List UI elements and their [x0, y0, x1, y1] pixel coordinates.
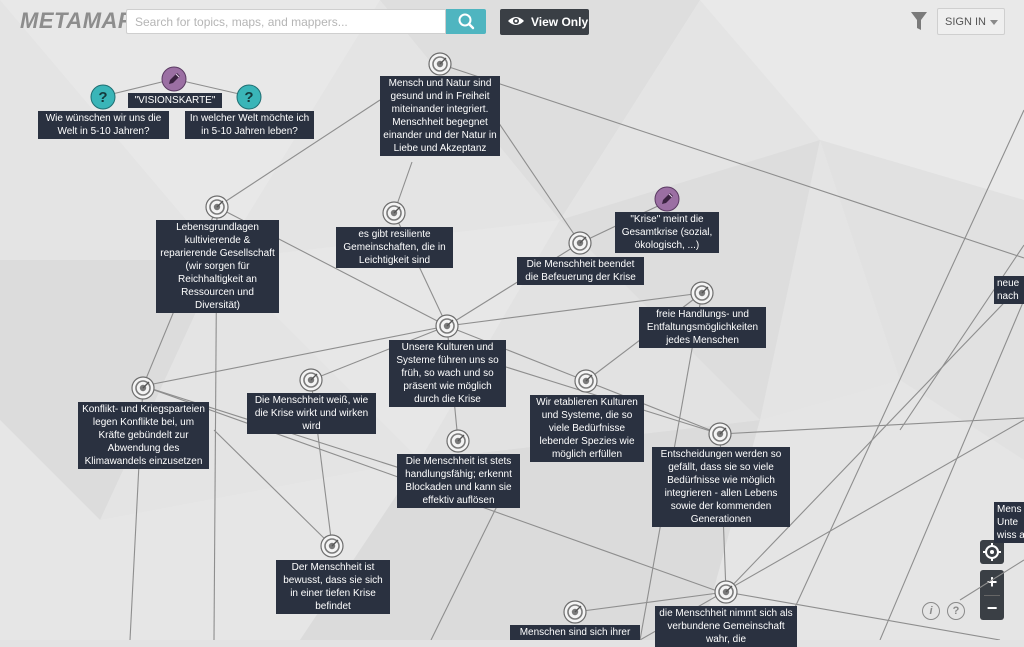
topic-label-befeuerung[interactable]: Die Menschheit beendet die Befeuerung de… [517, 257, 644, 285]
target-icon[interactable] [319, 533, 345, 559]
view-only-button[interactable]: View Only [500, 9, 589, 35]
target-icon[interactable] [573, 368, 599, 394]
question-icon[interactable]: ? [90, 84, 116, 110]
filter-icon[interactable] [910, 10, 928, 32]
target-icon[interactable] [713, 579, 739, 605]
target-icon[interactable] [298, 367, 324, 393]
svg-text:?: ? [98, 89, 107, 106]
search-box[interactable] [126, 9, 446, 34]
topic-label-krise[interactable]: "Krise" meint die Gesamtkrise (sozial, ö… [615, 212, 719, 253]
topic-label-natur[interactable]: Mensch und Natur sind gesund und in Frei… [380, 76, 500, 156]
topic-label-bewusst[interactable]: Der Menschheit ist bewusst, dass sie sic… [276, 560, 390, 614]
target-icon[interactable] [562, 599, 588, 625]
topic-label-handlung[interactable]: Die Menschheit ist stets handlungsfähig;… [397, 454, 520, 508]
topic-label-neue[interactable]: neue nach [994, 276, 1024, 304]
pen-icon[interactable] [654, 186, 680, 212]
pen-icon[interactable] [161, 66, 187, 92]
topic-label-ihrer[interactable]: Menschen sind sich ihrer [510, 625, 640, 640]
view-only-label: View Only [531, 15, 589, 29]
topic-label-mensunter[interactable]: Mens Unte wiss a [994, 502, 1024, 543]
search-button[interactable] [446, 9, 486, 34]
target-icon[interactable] [130, 375, 156, 401]
topic-label-q2[interactable]: In welcher Welt möchte ich in 5-10 Jahre… [185, 111, 314, 139]
topic-label-entscheid[interactable]: Entscheidungen werden so gefällt, dass s… [652, 447, 790, 527]
topic-label-etablieren[interactable]: Wir etablieren Kulturen und Systeme, die… [530, 395, 644, 462]
eye-icon [508, 17, 524, 25]
search-input[interactable] [127, 10, 443, 33]
target-icon[interactable] [204, 194, 230, 220]
map-canvas[interactable]: "VISIONSKARTE"? Wie wünschen wir uns die … [0, 0, 1024, 647]
topic-label-resilient[interactable]: es gibt resiliente Gemeinschaften, die i… [336, 227, 453, 268]
sign-in-label: SIGN IN [945, 16, 986, 28]
topic-label-kulturen[interactable]: Unsere Kulturen und Systeme führen uns s… [389, 340, 506, 407]
target-icon[interactable] [689, 280, 715, 306]
svg-text:?: ? [244, 89, 253, 106]
topic-label-q1[interactable]: Wie wünschen wir uns die Welt in 5-10 Ja… [38, 111, 169, 139]
target-icon[interactable] [427, 51, 453, 77]
topic-label-verbunden[interactable]: die Menschheit nimmt sich als verbundene… [655, 606, 797, 647]
chevron-down-icon [990, 20, 998, 25]
top-bar: METAMAPS View Only SIGN IN [0, 0, 1024, 44]
topic-label-lebens[interactable]: Lebensgrundlagen kultivierende & reparie… [156, 220, 279, 313]
target-icon[interactable] [381, 200, 407, 226]
search-icon [458, 13, 475, 30]
sign-in-button[interactable]: SIGN IN [937, 8, 1005, 35]
topic-label-freie[interactable]: freie Handlungs- und Entfaltungsmöglichk… [639, 307, 766, 348]
target-icon[interactable] [445, 428, 471, 454]
target-icon[interactable] [567, 230, 593, 256]
topic-label-konflikt[interactable]: Konflikt- und Kriegsparteien legen Konfl… [78, 402, 209, 469]
question-icon[interactable]: ? [236, 84, 262, 110]
target-icon[interactable] [434, 313, 460, 339]
topic-label-weiss[interactable]: Die Menschheit weiß, wie die Krise wirkt… [247, 393, 376, 434]
target-icon[interactable] [707, 421, 733, 447]
topic-label-vision[interactable]: "VISIONSKARTE" [128, 93, 222, 108]
